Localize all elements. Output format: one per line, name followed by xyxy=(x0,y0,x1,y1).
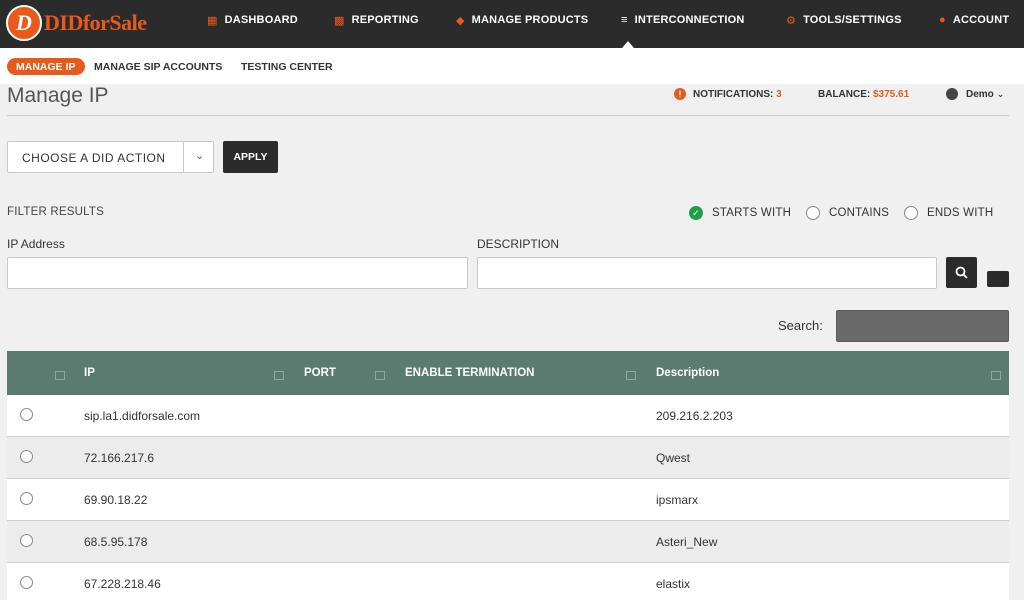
chart-icon: ▩ xyxy=(334,14,345,27)
cell-description: Asteri_New xyxy=(656,535,718,549)
table-row[interactable]: 68.5.95.178 Asteri_New xyxy=(7,521,1009,563)
sort-icon[interactable] xyxy=(375,371,385,380)
ip-address-label: IP Address xyxy=(7,237,65,251)
description-input[interactable] xyxy=(477,257,937,289)
brand-name-did: DID xyxy=(44,10,83,35)
table-row[interactable]: 67.228.218.46 elastix xyxy=(7,563,1009,600)
table-search-input[interactable] xyxy=(836,310,1009,342)
nav-item-interconnection[interactable]: ≡ INTERCONNECTION xyxy=(621,0,745,40)
table-row[interactable]: sip.la1.didforsale.com 209.216.2.203 xyxy=(7,395,1009,437)
active-nav-caret-icon xyxy=(622,41,634,48)
search-button[interactable] xyxy=(946,257,977,288)
nav-item-manage-products[interactable]: ◆ MANAGE PRODUCTS xyxy=(456,0,588,40)
user-menu[interactable]: Demo ⌄ xyxy=(946,88,1004,100)
row-select-radio[interactable] xyxy=(20,576,33,589)
balance-value: $375.61 xyxy=(873,88,910,100)
cell-description: Qwest xyxy=(656,451,691,465)
reset-button[interactable] xyxy=(987,271,1009,287)
row-select-radio[interactable] xyxy=(20,492,33,505)
sort-icon[interactable] xyxy=(274,371,284,380)
header-divider xyxy=(7,115,1009,116)
nav-item-tools-settings[interactable]: ⚙ TOOLS/SETTINGS xyxy=(786,0,902,40)
radio-contains[interactable]: CONTAINS xyxy=(806,205,889,221)
column-header-description[interactable]: Description xyxy=(656,351,719,395)
cell-ip: 69.90.18.22 xyxy=(84,493,148,507)
description-label: DESCRIPTION xyxy=(477,237,560,251)
column-header-enable-termination[interactable]: ENABLE TERMINATION xyxy=(405,351,534,395)
column-header-port[interactable]: PORT xyxy=(304,351,336,395)
did-action-select-label: CHOOSE A DID ACTION xyxy=(22,151,166,165)
products-icon: ◆ xyxy=(456,14,465,27)
brand-logo[interactable]: D DIDforSale xyxy=(6,5,147,41)
did-action-select[interactable]: CHOOSE A DID ACTION ⌄ xyxy=(7,141,214,173)
ip-table: IP PORT ENABLE TERMINATION Description s… xyxy=(7,351,1009,600)
gear-icon: ⚙ xyxy=(786,14,797,27)
grid-icon: ▦ xyxy=(207,14,218,27)
check-icon: ✓ xyxy=(689,206,703,220)
radio-starts-with[interactable]: ✓ STARTS WITH xyxy=(689,205,791,221)
row-select-radio[interactable] xyxy=(20,450,33,463)
nav-item-account[interactable]: ● ACCOUNT xyxy=(939,0,1009,40)
cell-ip: 72.166.217.6 xyxy=(84,451,155,465)
radio-ends-with[interactable]: ENDS WITH xyxy=(904,205,993,221)
ip-address-input[interactable] xyxy=(7,257,468,289)
cell-description: ipsmarx xyxy=(656,493,699,507)
nav-item-reporting[interactable]: ▩ REPORTING xyxy=(334,0,419,40)
row-select-radio[interactable] xyxy=(20,408,33,421)
cell-description: 209.216.2.203 xyxy=(656,409,733,423)
cell-description: elastix xyxy=(656,577,691,591)
apply-button[interactable]: APPLY xyxy=(223,141,278,173)
table-row[interactable]: 69.90.18.22 ipsmarx xyxy=(7,479,1009,521)
user-circle-icon xyxy=(946,88,958,100)
user-name: Demo xyxy=(966,88,994,100)
table-row[interactable]: 72.166.217.6 Qwest xyxy=(7,437,1009,479)
notifications-count: 3 xyxy=(776,88,782,100)
chevron-down-icon: ⌄ xyxy=(195,150,205,162)
filter-results-label: FILTER RESULTS xyxy=(7,206,104,218)
subtab-testing-center[interactable]: TESTING CENTER xyxy=(241,58,333,75)
notifications[interactable]: ! NOTIFICATIONS: 3 xyxy=(674,88,782,100)
cell-ip: 67.228.218.46 xyxy=(84,577,161,591)
page-title: Manage IP xyxy=(7,84,109,107)
sort-icon[interactable] xyxy=(55,371,65,380)
info-icon: ! xyxy=(674,88,686,100)
cell-ip: sip.la1.didforsale.com xyxy=(84,409,201,423)
subtab-manage-sip-accounts[interactable]: MANAGE SIP ACCOUNTS xyxy=(94,58,222,75)
cell-ip: 68.5.95.178 xyxy=(84,535,148,549)
column-header-ip[interactable]: IP xyxy=(84,351,95,395)
top-navbar: D DIDforSale ▦ DASHBOARD ▩ REPORTING ◆ M… xyxy=(0,0,1024,48)
sliders-icon: ≡ xyxy=(621,14,628,26)
user-icon: ● xyxy=(939,14,946,26)
subtab-manage-ip[interactable]: MANAGE IP xyxy=(7,58,85,75)
table-header: IP PORT ENABLE TERMINATION Description xyxy=(7,351,1009,395)
row-select-radio[interactable] xyxy=(20,534,33,547)
sort-icon[interactable] xyxy=(626,371,636,380)
table-search-label: Search: xyxy=(778,318,823,333)
logo-mark-icon: D xyxy=(6,5,42,41)
search-icon xyxy=(955,266,968,279)
sort-icon[interactable] xyxy=(991,371,1001,380)
chevron-down-icon: ⌄ xyxy=(996,88,1005,99)
brand-name-rest: forSale xyxy=(82,10,147,35)
balance: BALANCE: $375.61 xyxy=(818,88,910,100)
nav-item-dashboard[interactable]: ▦ DASHBOARD xyxy=(207,0,298,40)
